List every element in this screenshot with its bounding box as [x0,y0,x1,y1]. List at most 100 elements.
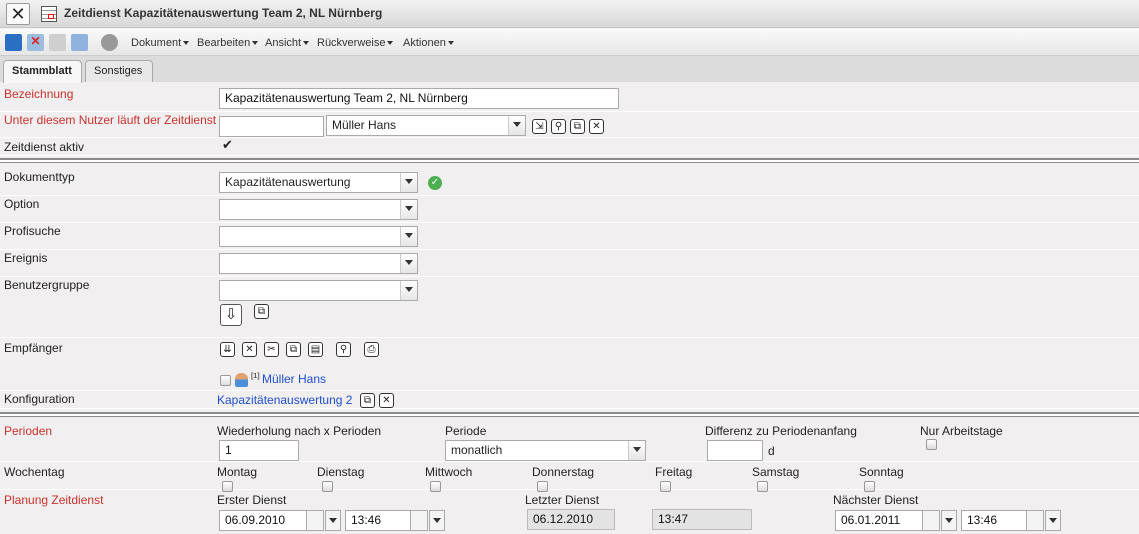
naechster-time-input[interactable]: 13:46 [961,510,1027,531]
title-bar: ✕ Zeitdienst Kapazitätenauswertung Team … [0,0,1139,28]
perioden-label: Perioden [4,424,53,438]
differenz-label: Differenz zu Periodenanfang [705,424,857,438]
ereignis-label: Ereignis [4,251,48,265]
nutzer-id-input[interactable] [219,116,324,137]
day-donnerstag-checkbox[interactable] [537,481,548,492]
day-montag-label: Montag [217,465,258,479]
copy-icon[interactable] [71,34,88,51]
option-label: Option [4,197,40,211]
erster-time-input[interactable]: 13:46 [345,510,411,531]
erster-dienst-label: Erster Dienst [217,493,287,507]
copy-icon[interactable]: ⧉ [360,393,375,408]
benutzergruppe-label: Benutzergruppe [4,278,90,292]
print-icon[interactable]: ⎙ [364,342,379,357]
close-icon: ✕ [10,3,26,24]
chevron-down-icon [400,200,417,219]
calendar-icon[interactable] [922,510,940,531]
day-montag-checkbox[interactable] [222,481,233,492]
cut-icon[interactable]: ✂ [264,342,279,357]
tab-stammblatt[interactable]: Stammblatt [3,60,82,83]
chevron-down-icon[interactable] [941,510,957,531]
day-dienstag-checkbox[interactable] [322,481,333,492]
profisuche-select[interactable] [219,226,418,247]
letzter-date-field: 06.12.2010 [527,509,615,530]
chevron-down-icon [400,173,417,192]
wochentag-label: Wochentag [4,465,65,479]
form-icon [37,3,61,25]
delete-icon[interactable]: ✕ [242,342,257,357]
differenz-input[interactable] [707,440,763,461]
chevron-down-icon[interactable] [325,510,341,531]
empfaenger-link[interactable]: Müller Hans [262,372,326,386]
chevron-down-icon[interactable] [1045,510,1061,531]
periode-value: monatlich [451,443,503,457]
differenz-unit: d [768,444,775,458]
chevron-down-icon [508,116,525,135]
insert-icon[interactable]: ⇊ [220,342,235,357]
menu-bearbeiten[interactable]: Bearbeiten [197,37,258,49]
letzter-time-field: 13:47 [652,509,752,530]
day-donnerstag-label: Donnerstag [532,465,595,479]
chevron-down-icon [400,227,417,246]
konfiguration-label: Konfiguration [4,392,75,406]
tab-bar: Stammblatt Sonstiges [0,56,1139,83]
day-sonntag-label: Sonntag [859,465,904,479]
menu-aktionen[interactable]: Aktionen [403,37,454,49]
periode-label: Periode [445,424,487,438]
day-freitag-checkbox[interactable] [660,481,671,492]
dokumenttyp-select[interactable]: Kapazitätenauswertung [219,172,418,193]
close-button[interactable]: ✕ [6,3,30,25]
naechster-dienst-label: Nächster Dienst [833,493,919,507]
delete-icon[interactable]: ✕ [27,34,44,51]
search-icon[interactable]: ⚲ [336,342,351,357]
bezeichnung-input[interactable]: Kapazitätenauswertung Team 2, NL Nürnber… [219,88,619,109]
add-down-arrow-icon[interactable]: ⇩ [220,304,242,326]
day-samstag-checkbox[interactable] [757,481,768,492]
empfaenger-index: [1] [251,373,260,380]
open-icon[interactable]: ⇲ [532,119,547,134]
paste-icon[interactable]: ▤ [308,342,323,357]
clock-icon[interactable] [410,510,428,531]
nutzer-label: Unter diesem Nutzer läuft der Zeitdienst [4,113,217,127]
option-select[interactable] [219,199,418,220]
dokumenttyp-value: Kapazitätenauswertung [225,175,351,189]
settings-icon[interactable] [101,34,118,51]
dokumenttyp-label: Dokumenttyp [4,170,75,184]
chevron-down-icon [400,254,417,273]
menu-dokument[interactable]: Dokument [131,37,189,49]
empfaenger-checkbox[interactable] [220,375,231,386]
copy-icon[interactable]: ⧉ [570,119,585,134]
clear-icon[interactable]: ✕ [379,393,394,408]
nutzer-select[interactable]: Müller Hans [326,115,526,136]
day-dienstag-label: Dienstag [317,465,365,479]
copy-icon[interactable]: ⧉ [254,304,269,319]
letzter-dienst-label: Letzter Dienst [525,493,600,507]
day-freitag-label: Freitag [655,465,693,479]
day-sonntag-checkbox[interactable] [864,481,875,492]
periode-select[interactable]: monatlich [445,440,646,461]
benutzergruppe-select[interactable] [219,280,418,301]
import-icon[interactable] [49,34,66,51]
aktiv-checkbox[interactable]: ✔ [222,137,233,153]
day-mittwoch-checkbox[interactable] [430,481,441,492]
nur-arbeitstage-checkbox[interactable] [926,439,937,450]
menu-rueckverweise[interactable]: Rückverweise [317,37,393,49]
nur-arbeitstage-label: Nur Arbeitstage [920,424,1003,438]
nutzer-value: Müller Hans [332,118,397,132]
clock-icon[interactable] [1026,510,1044,531]
erster-date-input[interactable]: 06.09.2010 [219,510,307,531]
toolbar: ✕ Dokument Bearbeiten Ansicht Rückverwei… [0,29,1139,56]
menu-ansicht[interactable]: Ansicht [265,37,309,49]
tab-sonstiges[interactable]: Sonstiges [85,60,153,82]
konfiguration-link[interactable]: Kapazitätenauswertung 2 [217,393,352,407]
search-icon[interactable]: ⚲ [551,119,566,134]
wiederholung-input[interactable]: 1 [219,440,299,461]
day-samstag-label: Samstag [752,465,800,479]
ereignis-select[interactable] [219,253,418,274]
copy-icon[interactable]: ⧉ [286,342,301,357]
naechster-date-input[interactable]: 06.01.2011 [835,510,923,531]
calendar-icon[interactable] [306,510,324,531]
clear-icon[interactable]: ✕ [589,119,604,134]
chevron-down-icon[interactable] [429,510,445,531]
save-icon[interactable] [5,34,22,51]
